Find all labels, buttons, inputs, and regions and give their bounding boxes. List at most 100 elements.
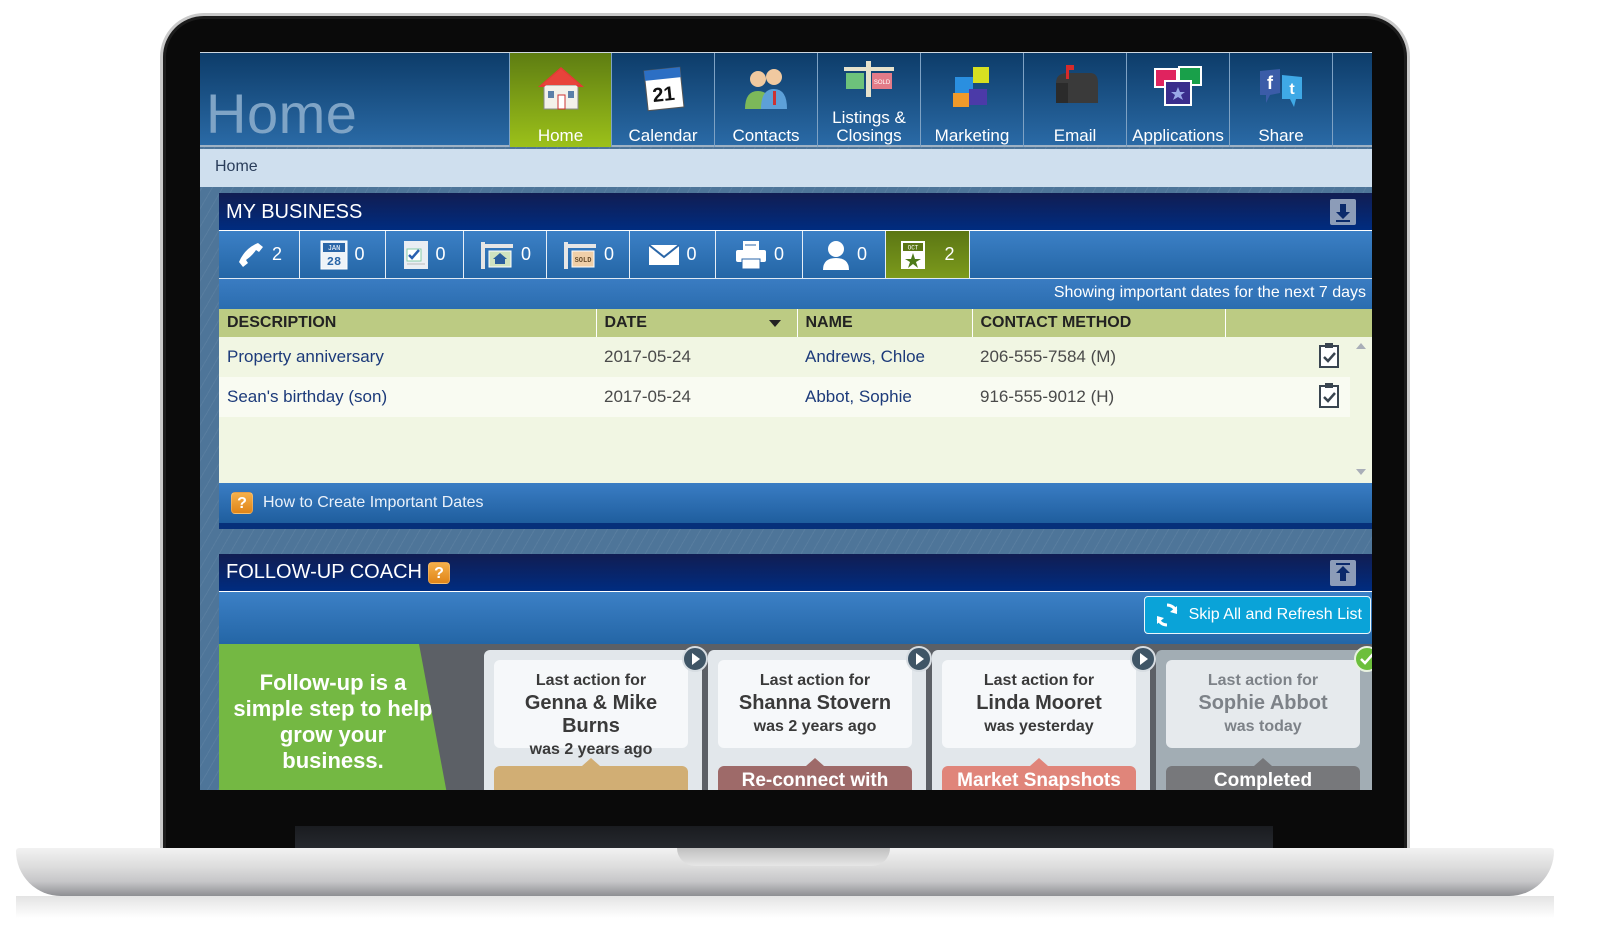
coach-toolbar: Skip All and Refresh List (219, 592, 1372, 644)
card-action-button[interactable] (494, 766, 688, 790)
calendar-icon: 21 (643, 66, 685, 112)
row-contact-method: 916-555-9012 (H) (972, 377, 1225, 417)
card-action-button[interactable]: Completed (1166, 766, 1360, 790)
my-business-title: MY BUSINESS (226, 201, 363, 223)
card-contact-name: Sophie Abbot (1198, 692, 1328, 714)
skip-all-refresh-button[interactable]: Skip All and Refresh List (1143, 596, 1371, 634)
tab-closings[interactable]: SOLD 0 (547, 231, 630, 278)
table-scrollbar[interactable] (1350, 337, 1372, 483)
play-icon[interactable] (682, 646, 708, 672)
column-header-name[interactable]: NAME (797, 309, 973, 337)
column-header-actions (1225, 309, 1372, 337)
tab-print[interactable]: 0 (716, 231, 803, 278)
svg-text:SOLD: SOLD (874, 80, 891, 86)
tab-print-count: 0 (773, 244, 784, 264)
card-summary: Last action for Shanna Stovern was 2 yea… (718, 660, 912, 748)
tab-contacts[interactable]: 0 (803, 231, 886, 278)
nav-share[interactable]: f t Share (1230, 53, 1333, 147)
calendar-date-icon: JAN 28 (320, 240, 348, 269)
tab-listings-count: 0 (520, 244, 531, 264)
row-description[interactable]: Property anniversary (219, 337, 596, 377)
nav-applications[interactable]: Applications (1127, 53, 1230, 147)
table-header-row: DESCRIPTION DATE NAME CONTACT METHOD (219, 309, 1372, 337)
tab-emails[interactable]: 0 (630, 231, 716, 278)
nav-listings-closings[interactable]: SOLD Listings & Closings (818, 53, 921, 147)
app-screen: Home Home 21 Calendar Contacts SOLD List… (200, 52, 1372, 790)
collapse-down-icon[interactable] (1330, 199, 1356, 225)
row-name[interactable]: Andrews, Chloe (797, 337, 972, 377)
table-empty-area (219, 417, 1372, 483)
tab-contacts-count: 0 (856, 244, 867, 264)
task-checklist-icon (404, 240, 429, 269)
sold-sign-icon: SOLD (563, 241, 596, 269)
card-action-button[interactable]: Re-connect with (718, 766, 912, 790)
nav-marketing-label: Marketing (934, 126, 1010, 145)
nav-calendar-label: Calendar (628, 126, 698, 145)
collapse-up-icon[interactable] (1330, 560, 1356, 586)
clipboard-check-icon[interactable] (1318, 342, 1340, 368)
coach-card[interactable]: Last action for Genna & Mike Burns was 2… (484, 646, 708, 790)
help-icon[interactable]: ? (427, 561, 450, 584)
table-row: Sean's birthday (son) 2017-05-24 Abbot, … (219, 377, 1372, 417)
column-header-contact-method[interactable]: CONTACT METHOD (972, 309, 1226, 337)
nav-email[interactable]: Email (1024, 53, 1127, 147)
scroll-down-arrow-icon[interactable] (1356, 469, 1366, 475)
skip-all-refresh-label: Skip All and Refresh List (1188, 606, 1362, 623)
tab-appointments[interactable]: JAN 28 0 (300, 231, 386, 278)
my-business-header: MY BUSINESS (219, 193, 1372, 231)
nav-share-label: Share (1258, 126, 1304, 145)
column-header-description[interactable]: DESCRIPTION (219, 309, 597, 337)
card-action-button[interactable]: Market Snapshots (942, 766, 1136, 790)
refresh-icon (1156, 603, 1177, 627)
how-to-create-dates-link[interactable]: How to Create Important Dates (263, 494, 484, 512)
row-contact-method: 206-555-7584 (M) (972, 337, 1225, 377)
nav-home-label: Home (537, 126, 584, 145)
main-nav: Home 21 Calendar Contacts SOLD Listings … (509, 53, 1333, 147)
tab-appointments-count: 0 (354, 244, 365, 264)
help-icon: ? (231, 492, 253, 514)
nav-marketing[interactable]: Marketing (921, 53, 1024, 147)
coach-card[interactable]: Last action for Shanna Stovern was 2 yea… (708, 646, 932, 790)
house-icon (537, 67, 584, 110)
play-icon[interactable] (906, 646, 932, 672)
nav-contacts[interactable]: Contacts (715, 53, 818, 147)
tab-tasks[interactable]: 0 (386, 231, 464, 278)
scroll-up-arrow-icon[interactable] (1356, 343, 1366, 349)
column-header-date[interactable]: DATE (596, 309, 798, 337)
play-icon[interactable] (1130, 646, 1156, 672)
row-description[interactable]: Sean's birthday (son) (219, 377, 596, 417)
card-contact-name: Linda Mooret (976, 692, 1102, 714)
nav-home[interactable]: Home (509, 53, 612, 147)
puzzle-icon (953, 67, 989, 107)
tab-important-dates-count: 2 (944, 244, 955, 264)
tab-listings[interactable]: 0 (464, 231, 547, 278)
tab-emails-count: 0 (686, 244, 697, 264)
nav-calendar[interactable]: 21 Calendar (612, 53, 715, 147)
social-share-icon: f t (1260, 69, 1302, 107)
sort-desc-icon (768, 320, 781, 327)
follow-up-coach-title: FOLLOW-UP COACH (226, 561, 422, 583)
row-date: 2017-05-24 (596, 337, 797, 377)
card-last-action-time: was today (1224, 718, 1302, 735)
card-contact-name: Genna & Mike Burns (524, 692, 658, 737)
breadcrumb[interactable]: Home (215, 158, 258, 176)
clipboard-check-icon[interactable] (1318, 382, 1340, 408)
coach-card-completed[interactable]: Last action for Sophie Abbot was today C… (1156, 646, 1372, 790)
row-name[interactable]: Abbot, Sophie (797, 377, 972, 417)
mailbox-icon (1056, 65, 1098, 103)
dates-table-wrap: DESCRIPTION DATE NAME CONTACT METHOD Pro… (219, 309, 1372, 483)
coach-card[interactable]: Last action for Linda Mooret was yesterd… (932, 646, 1156, 790)
svg-text:SOLD: SOLD (575, 257, 592, 265)
nav-listings-label: Listings & Closings (832, 108, 906, 145)
tab-tasks-count: 0 (435, 244, 446, 264)
follow-up-coach-panel: FOLLOW-UP COACH ? Skip All and Refresh L… (219, 554, 1372, 790)
nav-applications-label: Applications (1132, 126, 1224, 145)
svg-text:OCT: OCT (908, 244, 919, 251)
card-summary: Last action for Sophie Abbot was today (1166, 660, 1360, 748)
people-icon (745, 69, 787, 109)
tab-important-dates[interactable]: OCT 2 (886, 231, 970, 278)
card-last-action-time: was yesterday (984, 718, 1094, 735)
envelope-icon (648, 243, 681, 265)
tab-calls[interactable]: 2 (219, 231, 300, 278)
svg-text:JAN: JAN (328, 245, 341, 253)
